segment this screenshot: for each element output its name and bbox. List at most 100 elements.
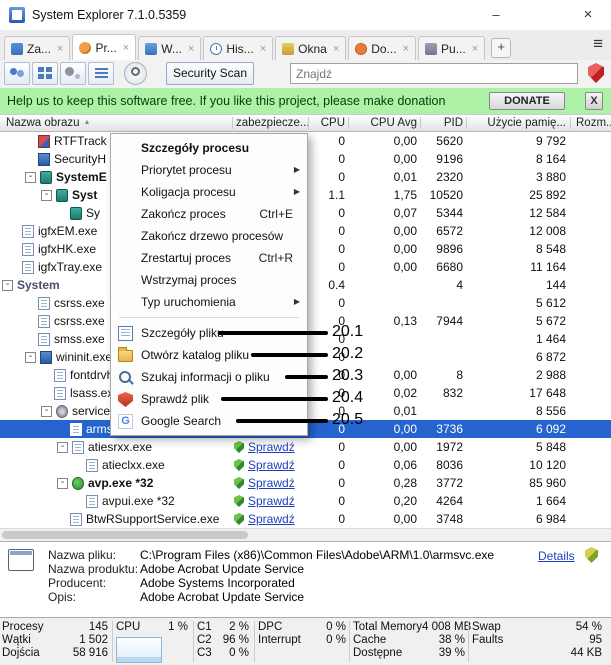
status-row: CPU 1 % [116,621,188,634]
column-header-name[interactable]: Nazwa obrazu ▲ [6,115,90,131]
tab-w[interactable]: W... × [138,36,202,61]
process-name: RTFTrack [54,134,107,148]
menu-item[interactable]: Zakończ proces Ctrl+E [111,203,307,225]
status-label: DPC [258,621,283,633]
tree-collapse-toggle[interactable]: - [57,441,68,453]
column-header-security[interactable]: zabezpiecze... [236,115,310,131]
tab-close-icon[interactable]: × [333,43,339,55]
status-separator [254,621,255,662]
tab-close-icon[interactable]: × [188,43,194,55]
modules-button[interactable] [32,62,58,85]
security-scan-button[interactable]: Security Scan [166,62,254,85]
process-row[interactable]: avpui.exe *32 Sprawdź 0 0,20 4264 1 664 [0,492,611,510]
menu-item[interactable]: Zakończ drzewo procesów [111,225,307,247]
column-header-size[interactable]: Rozm... [576,115,611,131]
cell-cpu: 0 [338,494,345,508]
menu-item-label: Otwórz katalog pliku [141,348,250,362]
tab-close-icon[interactable]: × [403,43,409,55]
tree-collapse-toggle[interactable]: - [2,279,13,291]
menu-item-label: Szczegóły pliku [141,326,224,340]
verify-link[interactable]: Sprawdź [248,476,295,490]
tab-pr[interactable]: Pr... × [72,34,137,61]
menu-item[interactable]: Typ uruchomienia ▶ [111,291,307,313]
tab-za[interactable]: Za... × [4,36,71,61]
header-separator [570,117,571,129]
cell-cpu: 0 [338,476,345,490]
status-label: CPU [116,621,141,633]
scrollbar-thumb[interactable] [2,531,248,539]
tab-close-icon[interactable]: × [472,43,478,55]
cell-memory: 12 008 [529,224,566,238]
tab-okna[interactable]: Okna × [275,36,347,61]
tab-close-icon[interactable]: × [260,43,266,55]
verify-link[interactable]: Sprawdź [248,494,295,508]
process-row[interactable]: atieclxx.exe Sprawdź 0 0,06 8036 10 120 [0,456,611,474]
tab-do[interactable]: Do... × [348,36,417,61]
tree-collapse-toggle[interactable]: - [25,351,36,363]
verify-link[interactable]: Sprawdź [248,512,295,526]
process-row[interactable]: - avp.exe *32 Sprawdź 0 0,28 3772 85 960 [0,474,611,492]
gear-icon [131,67,140,76]
services-button[interactable] [60,62,86,85]
tab-menu-icon[interactable]: ≡ [593,34,603,54]
donate-button[interactable]: DONATE [489,92,565,110]
cell-pid [403,402,463,420]
menu-item[interactable]: Priorytet procesu ▶ [111,159,307,181]
horizontal-scrollbar[interactable] [0,528,611,541]
column-header-pid[interactable]: PID [422,115,463,131]
column-header-memory[interactable]: Użycie pamię... [468,115,566,131]
details-link[interactable]: Details [538,549,575,563]
search-input[interactable] [290,63,578,84]
column-header-cpu-avg[interactable]: CPU Avg [350,115,417,131]
add-tab-button[interactable]: + [491,38,512,58]
verify-link[interactable]: Sprawdź [248,458,295,472]
status-value: 1 502 [79,634,108,646]
donation-close-button[interactable]: X [585,92,603,110]
menu-item[interactable]: Szukaj informacji o pliku [111,366,307,388]
cell-memory: 6 984 [535,512,566,526]
donation-message: Help us to keep this software free. If y… [7,94,446,108]
file-icon [8,549,34,571]
status-row: Faults 95 [472,634,602,647]
header-separator [348,117,349,129]
security-shield-icon[interactable] [588,63,604,83]
tree-collapse-toggle[interactable]: - [57,477,68,489]
process-row[interactable]: BtwRSupportService.exe Sprawdź 0 0,00 3748 6 … [0,510,611,528]
menu-item[interactable]: Koligacja procesu ▶ [111,181,307,203]
status-value: 1 % [168,621,188,633]
cell-cpu: 0 [338,512,345,526]
menu-item[interactable]: Szczegóły procesu [111,137,307,159]
column-header-cpu[interactable]: CPU [308,115,345,131]
users-button[interactable] [4,62,30,85]
annotation-line [221,397,328,401]
menu-item[interactable]: Zrestartuj proces Ctrl+R [111,247,307,269]
detail-label: Opis: [48,590,77,604]
tree-collapse-toggle[interactable]: - [41,405,52,417]
status-row: Dojścia 58 916 [2,647,108,660]
tasks-button[interactable] [88,62,114,85]
tab-close-icon[interactable]: × [123,42,129,54]
doc-icon [38,296,50,310]
tab-close-icon[interactable]: × [57,43,63,55]
process-row[interactable]: - atiesrxx.exe Sprawdź 0 0,00 1972 5 848 [0,438,611,456]
process-name: avpui.exe *32 [102,494,175,508]
tab-pu[interactable]: Pu... × [418,36,486,61]
minimize-button[interactable]: – [473,0,519,30]
close-button[interactable]: × [565,0,611,30]
cell-pid: 6680 [436,260,463,274]
toolbar: Security Scan [0,60,611,89]
settings-button[interactable] [124,62,147,85]
annotation-label: 20.2 [332,345,364,362]
search-info-icon [118,370,133,385]
tab-his[interactable]: His... × [203,36,274,61]
verify-link[interactable]: Sprawdź [248,440,295,454]
menu-item[interactable]: Wstrzymaj proces [111,269,307,291]
tab-label: W... [161,42,182,56]
process-name: SecurityH [54,152,107,166]
tree-collapse-toggle[interactable]: - [41,189,52,201]
tree-collapse-toggle[interactable]: - [25,171,36,183]
title-bar: System Explorer 7.1.0.5359 – × [0,0,611,30]
tab-label: Okna [298,42,327,56]
app-teal-icon [56,188,68,202]
